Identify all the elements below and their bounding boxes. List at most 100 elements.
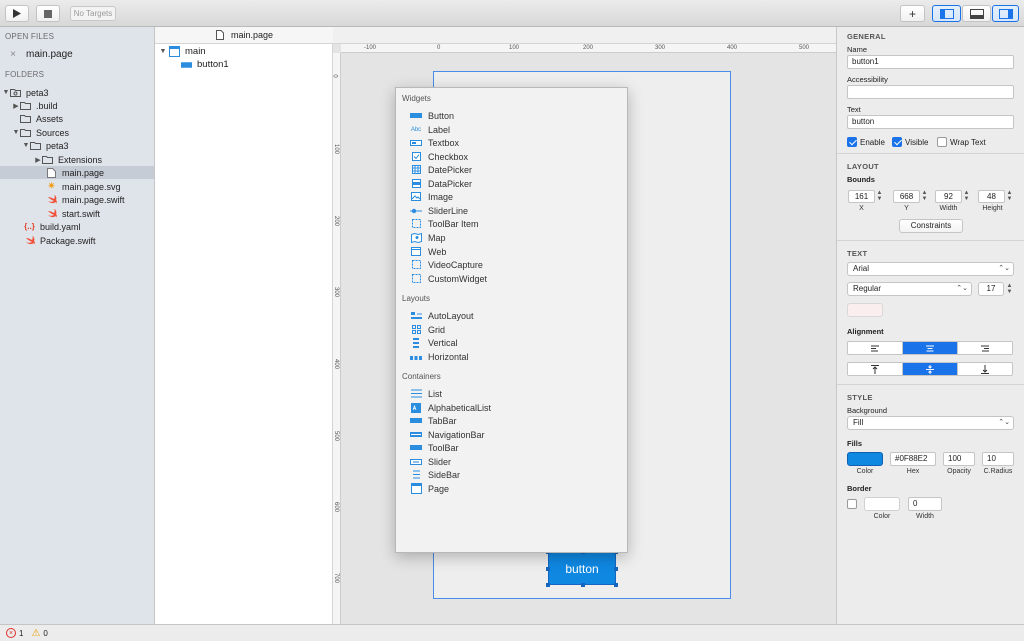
height-field[interactable]: 48 bbox=[978, 190, 1005, 203]
tree-item-assets[interactable]: Assets bbox=[0, 112, 154, 125]
y-stepper[interactable]: ▲ ▼ bbox=[921, 190, 928, 203]
warning-icon[interactable]: ⚠ bbox=[31, 628, 40, 639]
palette-item-map[interactable]: Map bbox=[410, 231, 446, 244]
align-bottom-button[interactable] bbox=[958, 363, 1012, 375]
palette-item-toolbar-item[interactable]: ToolBar Item bbox=[410, 217, 479, 230]
tree-item-main-page[interactable]: main.page bbox=[0, 166, 154, 179]
open-file-item[interactable]: × main.page bbox=[0, 48, 154, 61]
palette-item-datapicker[interactable]: DataPicker bbox=[410, 177, 472, 190]
x-stepper[interactable]: ▲ ▼ bbox=[876, 190, 883, 203]
palette-item-videocapture[interactable]: VideoCapture bbox=[410, 258, 483, 271]
tree-item-build[interactable]: ▶ .build bbox=[0, 99, 154, 112]
visible-checkbox[interactable] bbox=[892, 137, 902, 147]
fill-color-swatch[interactable] bbox=[847, 452, 883, 466]
border-checkbox[interactable] bbox=[847, 499, 857, 509]
palette-item-sliderline[interactable]: SliderLine bbox=[410, 204, 468, 217]
palette-item-autolayout[interactable]: AutoLayout bbox=[410, 309, 474, 322]
run-button[interactable] bbox=[5, 5, 29, 22]
palette-item-web[interactable]: Web bbox=[410, 245, 446, 258]
font-size-stepper[interactable]: ▲ ▼ bbox=[1006, 283, 1013, 296]
palette-item-slider[interactable]: Slider bbox=[410, 455, 451, 468]
border-color-swatch[interactable] bbox=[864, 497, 900, 511]
corner-radius-field[interactable]: 10 bbox=[982, 452, 1014, 466]
tree-item-start-swift[interactable]: start.swift bbox=[0, 207, 154, 220]
stop-button[interactable] bbox=[36, 5, 60, 22]
hex-field[interactable]: #0F88E2 bbox=[890, 452, 936, 466]
palette-item-image[interactable]: Image bbox=[410, 190, 453, 203]
tree-item-sources[interactable]: ▼ Sources bbox=[0, 126, 154, 139]
palette-item-checkbox[interactable]: Checkbox bbox=[410, 150, 468, 163]
opacity-field[interactable]: 100 bbox=[943, 452, 975, 466]
tree-item-main-page-svg[interactable]: ✷ main.page.svg bbox=[0, 180, 154, 193]
align-left-button[interactable] bbox=[848, 342, 903, 354]
width-stepper[interactable]: ▲ ▼ bbox=[963, 190, 970, 203]
constraints-button[interactable]: Constraints bbox=[899, 219, 963, 233]
disclosure-open-icon[interactable]: ▼ bbox=[12, 129, 20, 136]
height-stepper[interactable]: ▲ ▼ bbox=[1006, 190, 1013, 203]
error-icon[interactable]: × bbox=[6, 628, 16, 638]
font-select[interactable]: Arial ⌃⌄ bbox=[847, 262, 1014, 276]
width-field[interactable]: 92 bbox=[935, 190, 962, 203]
disclosure-open-icon[interactable]: ▼ bbox=[2, 89, 10, 96]
tree-item-build-yaml[interactable]: {..} build.yaml bbox=[0, 220, 154, 233]
align-right-button[interactable] bbox=[958, 342, 1012, 354]
tree-item-peta3-folder[interactable]: ▼ peta3 bbox=[0, 139, 154, 152]
palette-item-sidebar[interactable]: SideBar bbox=[410, 468, 460, 481]
tree-item-extensions[interactable]: ▶ Extensions bbox=[0, 153, 154, 166]
resize-handle[interactable] bbox=[546, 583, 550, 587]
enable-checkbox[interactable] bbox=[847, 137, 857, 147]
outline-item-button1[interactable]: button1 bbox=[181, 58, 331, 71]
resize-handle[interactable] bbox=[546, 567, 550, 571]
palette-item-button[interactable]: Button bbox=[410, 109, 454, 122]
align-middle-button[interactable] bbox=[903, 363, 958, 375]
close-icon[interactable]: × bbox=[0, 49, 26, 60]
wrap-text-checkbox[interactable] bbox=[937, 137, 947, 147]
palette-item-alphabeticallist[interactable]: AlphabeticalList bbox=[410, 401, 491, 414]
palette-item-grid[interactable]: Grid bbox=[410, 323, 445, 336]
palette-item-navigationbar[interactable]: NavigationBar bbox=[410, 428, 485, 441]
border-width-field[interactable]: 0 bbox=[908, 497, 942, 511]
toggle-bottom-panel-button[interactable] bbox=[962, 5, 991, 22]
tab-main-page[interactable]: main.page bbox=[155, 27, 333, 44]
name-field[interactable]: button1 bbox=[847, 55, 1014, 69]
palette-item-tabbar[interactable]: TabBar bbox=[410, 414, 457, 427]
x-field[interactable]: 161 bbox=[848, 190, 875, 203]
palette-item-toolbar[interactable]: ToolBar bbox=[410, 441, 459, 454]
palette-item-datepicker[interactable]: DatePicker bbox=[410, 163, 472, 176]
disclosure-closed-icon[interactable]: ▶ bbox=[34, 156, 42, 164]
canvas-button[interactable]: button bbox=[546, 550, 618, 587]
toggle-right-panel-button[interactable] bbox=[992, 5, 1019, 22]
toggle-left-panel-button[interactable] bbox=[932, 5, 961, 22]
text-field[interactable]: button bbox=[847, 115, 1014, 129]
font-size-field[interactable]: 17 bbox=[978, 282, 1004, 296]
weight-select[interactable]: Regular ⌃⌄ bbox=[847, 282, 972, 296]
align-top-button[interactable] bbox=[848, 363, 903, 375]
palette-item-textbox[interactable]: Textbox bbox=[410, 136, 459, 149]
background-select[interactable]: Fill ⌃⌄ bbox=[847, 416, 1014, 430]
horizontal-alignment-control[interactable] bbox=[847, 341, 1013, 355]
resize-handle[interactable] bbox=[614, 583, 618, 587]
resize-handle[interactable] bbox=[614, 567, 618, 571]
palette-item-label[interactable]: Abc Label bbox=[410, 123, 450, 136]
palette-item-list[interactable]: List bbox=[410, 387, 442, 400]
tree-item-project[interactable]: ▼ peta3 bbox=[0, 86, 154, 99]
disclosure-closed-icon[interactable]: ▶ bbox=[12, 102, 20, 110]
accessibility-field[interactable] bbox=[847, 85, 1014, 99]
style-header: STYLE bbox=[847, 393, 873, 402]
tree-item-main-page-swift[interactable]: main.page.swift bbox=[0, 193, 154, 206]
resize-handle[interactable] bbox=[581, 583, 585, 587]
palette-item-customwidget[interactable]: CustomWidget bbox=[410, 272, 487, 285]
disclosure-open-icon[interactable]: ▼ bbox=[159, 48, 167, 55]
align-center-button[interactable] bbox=[903, 342, 958, 354]
outline-item-main[interactable]: ▼ main bbox=[159, 45, 329, 58]
palette-item-horizontal[interactable]: Horizontal bbox=[410, 350, 469, 363]
vertical-alignment-control[interactable] bbox=[847, 362, 1013, 376]
targets-selector[interactable]: No Targets bbox=[70, 6, 116, 21]
disclosure-open-icon[interactable]: ▼ bbox=[22, 142, 30, 149]
add-button[interactable]: + bbox=[900, 5, 925, 22]
text-color-swatch[interactable] bbox=[847, 303, 883, 317]
y-field[interactable]: 668 bbox=[893, 190, 920, 203]
palette-item-vertical[interactable]: Vertical bbox=[410, 336, 458, 349]
palette-item-page[interactable]: Page bbox=[410, 482, 449, 495]
tree-item-package-swift[interactable]: Package.swift bbox=[0, 234, 154, 247]
